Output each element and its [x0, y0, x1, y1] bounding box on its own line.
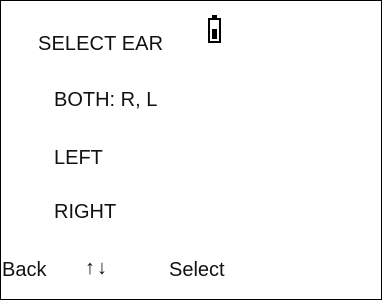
page-title: SELECT EAR [38, 33, 164, 55]
back-button[interactable]: Back [2, 258, 46, 282]
select-button[interactable]: Select [169, 258, 225, 282]
up-down-arrows-icon[interactable]: ↑↓ [85, 256, 109, 280]
device-screen: SELECT EAR BOTH: R, L LEFT RIGHT Back ↑↓… [0, 0, 382, 300]
menu-item-both[interactable]: BOTH: R, L [54, 88, 157, 112]
softkey-bar: Back ↑↓ Select [1, 256, 381, 286]
battery-icon [208, 15, 221, 43]
menu-item-right[interactable]: RIGHT [54, 200, 116, 224]
battery-fill [212, 28, 217, 39]
screen-header: SELECT EAR [38, 29, 163, 59]
menu-item-left[interactable]: LEFT [54, 146, 103, 170]
battery-body [208, 18, 221, 43]
